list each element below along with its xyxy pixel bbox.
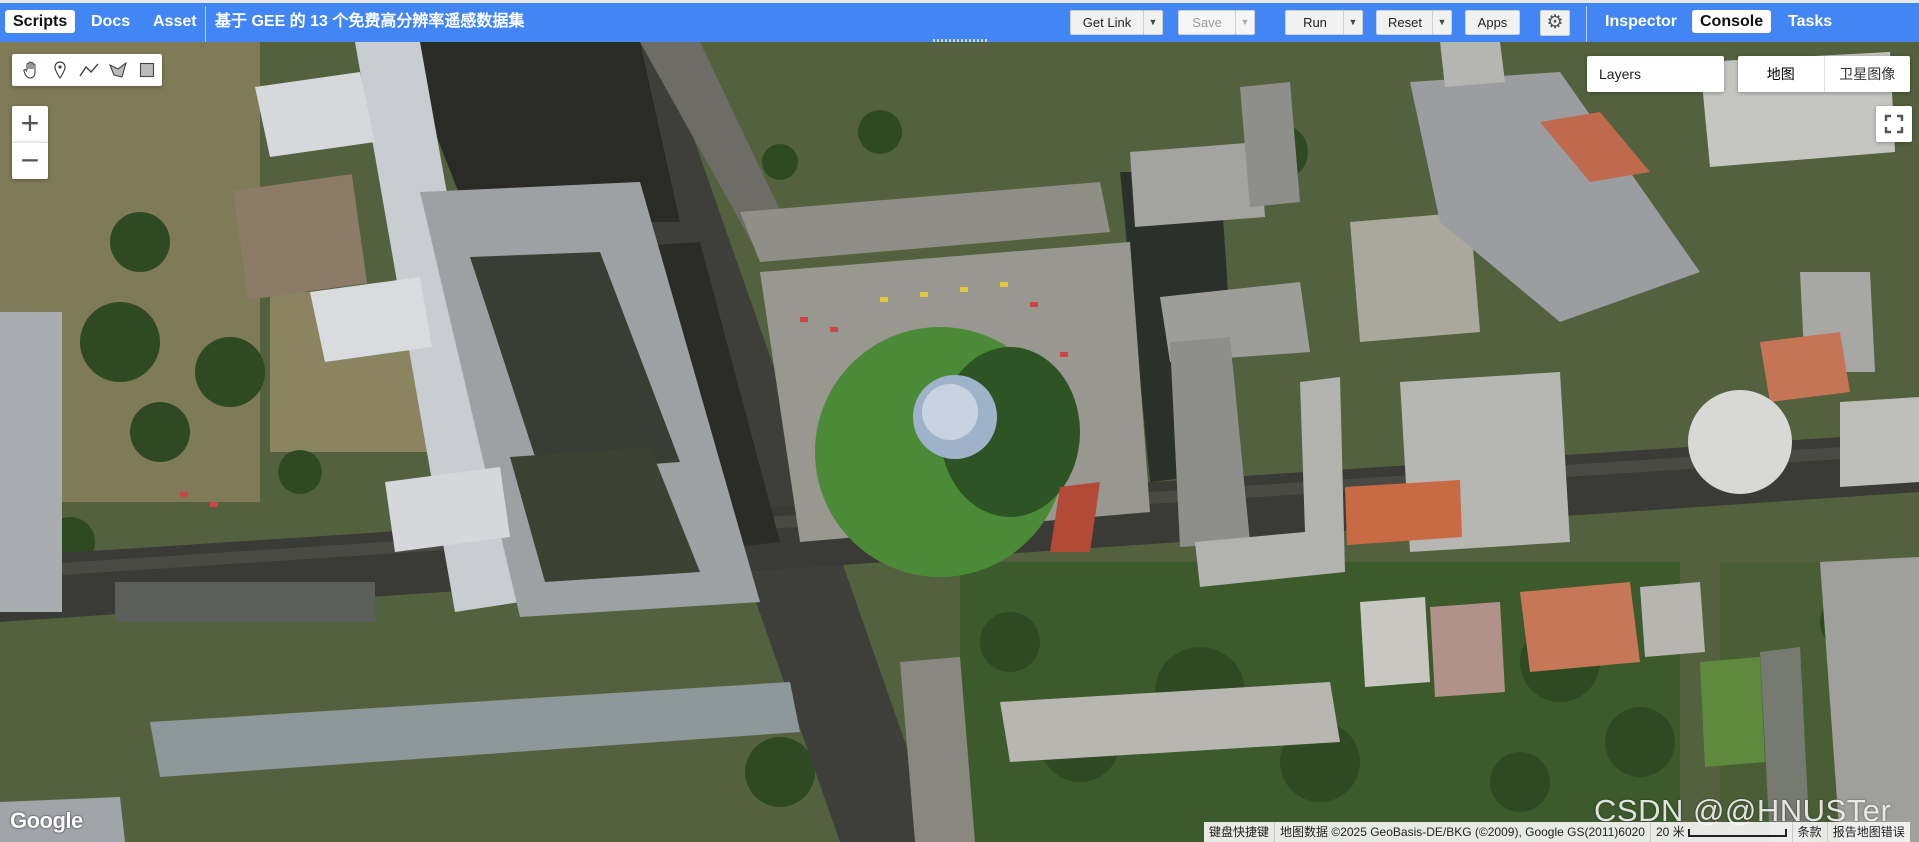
reset-dropdown-icon[interactable]: ▼: [1432, 10, 1452, 35]
panel-divider: [205, 6, 206, 42]
scale-label: 20 米: [1655, 825, 1685, 839]
save-button[interactable]: Save: [1178, 10, 1236, 35]
fullscreen-icon[interactable]: [1876, 106, 1912, 142]
script-title: 基于 GEE 的 13 个免费高分辨率遥感数据集: [215, 13, 525, 30]
save-dropdown-icon[interactable]: ▼: [1235, 10, 1255, 35]
run-button[interactable]: Run: [1285, 10, 1345, 35]
zoom-out-button[interactable]: −: [12, 142, 48, 179]
map-type-satellite[interactable]: 卫星图像: [1825, 56, 1911, 92]
scale-bar: [1687, 828, 1787, 837]
scale-indicator[interactable]: 20 米: [1651, 822, 1793, 842]
map-data-credit: 地图数据 ©2025 GeoBasis-DE/BKG (©2009), Goog…: [1275, 822, 1651, 842]
line-icon[interactable]: [74, 55, 103, 85]
tab-assets[interactable]: Asset: [145, 10, 200, 33]
get-link-button[interactable]: Get Link: [1070, 10, 1144, 35]
polygon-icon[interactable]: [104, 55, 133, 85]
satellite-imagery: [0, 42, 1919, 842]
tab-console[interactable]: Console: [1692, 10, 1772, 33]
apps-button[interactable]: Apps: [1465, 10, 1520, 35]
terms-link[interactable]: 条款: [1793, 822, 1828, 842]
keyboard-shortcuts-link[interactable]: 键盘快捷键: [1204, 822, 1276, 842]
get-link-dropdown-icon[interactable]: ▼: [1143, 10, 1163, 35]
tab-docs[interactable]: Docs: [83, 10, 138, 33]
gear-icon[interactable]: ⚙: [1540, 10, 1570, 36]
top-toolbar: Scripts Docs Asset 基于 GEE 的 13 个免费高分辨率遥感…: [0, 0, 1919, 43]
rectangle-icon[interactable]: [133, 55, 162, 85]
tab-inspector[interactable]: Inspector: [1597, 10, 1685, 33]
map-attribution-bar: 键盘快捷键 地图数据 ©2025 GeoBasis-DE/BKG (©2009)…: [1204, 822, 1910, 842]
tab-scripts[interactable]: Scripts: [5, 10, 76, 33]
hand-icon[interactable]: [16, 55, 45, 85]
drawing-toolbar: [12, 54, 162, 86]
marker-icon[interactable]: [45, 55, 74, 85]
tab-tasks[interactable]: Tasks: [1780, 10, 1840, 33]
zoom-in-button[interactable]: +: [12, 106, 48, 142]
layers-button[interactable]: Layers: [1587, 56, 1724, 92]
run-dropdown-icon[interactable]: ▼: [1343, 10, 1363, 35]
reset-button[interactable]: Reset: [1376, 10, 1434, 35]
panel-divider: [1586, 6, 1587, 42]
map-canvas[interactable]: + − Layers 地图 卫星图像 Google CSDN @@HNUSTer…: [0, 42, 1919, 842]
map-type-selector: 地图 卫星图像: [1738, 56, 1910, 92]
map-type-roadmap[interactable]: 地图: [1738, 56, 1825, 92]
report-map-error-link[interactable]: 报告地图错误: [1828, 822, 1910, 842]
google-logo: Google: [10, 808, 83, 833]
